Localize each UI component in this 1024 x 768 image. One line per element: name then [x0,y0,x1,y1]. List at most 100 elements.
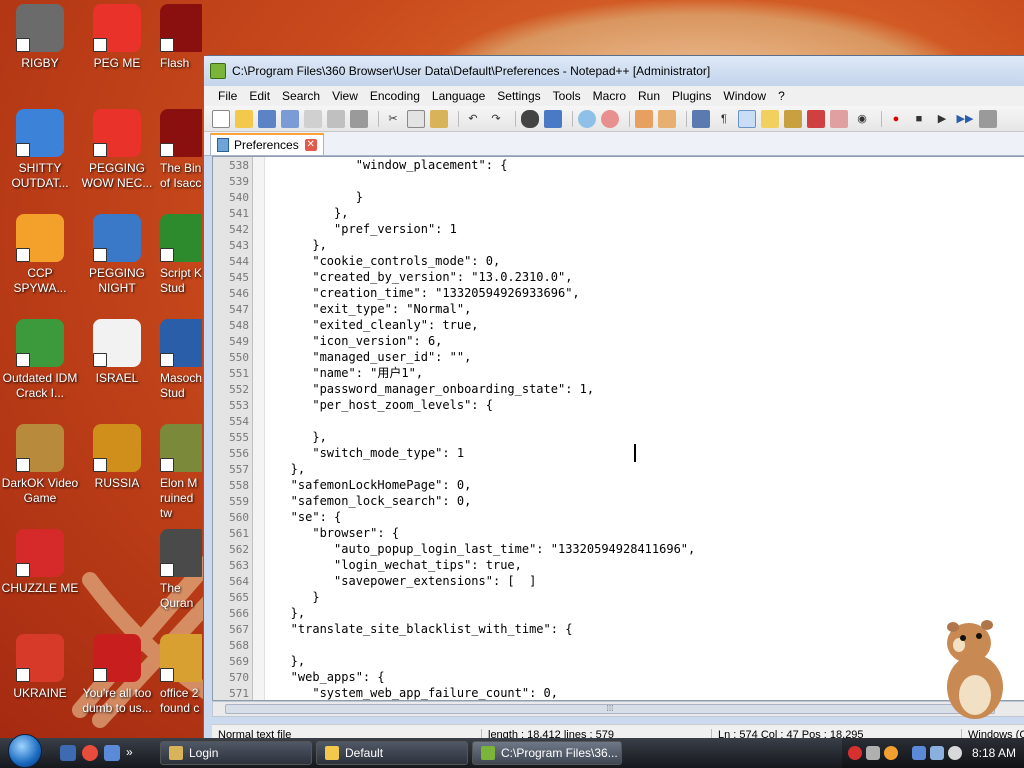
menu-item[interactable]: Plugins [666,89,717,103]
notepadpp-window[interactable]: C:\Program Files\360 Browser\User Data\D… [203,55,1024,745]
replace-icon[interactable] [544,109,562,128]
indent-guide-icon[interactable] [738,109,756,128]
menu-item[interactable]: Run [632,89,666,103]
menu-item[interactable]: Encoding [364,89,426,103]
desktop-icon-label: Script K Stud [160,266,202,295]
udl-icon[interactable] [761,109,779,128]
desktop-icon[interactable]: PEGGING WOW NEC... [77,109,157,191]
close-file-icon[interactable] [304,109,322,128]
display-tray-icon[interactable] [929,746,944,760]
menu-item[interactable]: Edit [243,89,276,103]
title-bar[interactable]: C:\Program Files\360 Browser\User Data\D… [204,56,1024,86]
task-login[interactable]: Login [160,741,312,765]
undo-icon[interactable]: ↶ [464,110,482,128]
line-number: 548 [229,319,249,332]
close-tab-icon[interactable]: ✕ [304,139,317,151]
print-icon[interactable] [350,109,368,128]
quicklaunch-more-icon[interactable]: » [126,745,133,761]
paste-icon[interactable] [430,109,448,128]
folder-workspace-icon[interactable] [830,109,848,128]
desktop-icon[interactable]: RIGBY [0,4,80,71]
sync-horizontal-icon[interactable] [658,109,676,128]
desktop-icon-label: PEGGING NIGHT [88,266,145,295]
word-wrap-icon[interactable] [692,109,710,128]
zoom-out-icon[interactable] [601,109,619,128]
new-file-icon[interactable] [212,109,230,128]
desktop-icon[interactable]: CCP SPYWA... [0,214,80,296]
zoom-in-icon[interactable] [578,109,596,128]
start-button[interactable] [0,734,50,768]
tab-preferences[interactable]: Preferences ✕ [210,133,324,155]
desktop-icon[interactable]: The Bin of Isacc [160,109,202,191]
menu-item[interactable]: Tools [547,89,587,103]
scrollbar-thumb[interactable]: ⁞⁞⁞ [225,704,995,714]
desktop-icon[interactable]: RUSSIA [77,424,157,491]
code-line: 539 [213,173,1024,189]
hamster-desktop-pet[interactable] [935,615,1013,720]
task-label: Login [189,746,219,760]
macro-stop-icon[interactable]: ■ [910,110,928,128]
menu-item[interactable]: Settings [491,89,546,103]
sync-vertical-icon[interactable] [635,109,653,128]
security-tray-icon[interactable] [865,746,880,760]
desktop-icon[interactable]: Outdated IDM Crack I... [0,319,80,401]
taskbar-clock[interactable]: 8:18 AM [972,746,1016,760]
menu-item[interactable]: Search [276,89,326,103]
menu-item[interactable]: Window [717,89,772,103]
macro-run-multiple-icon[interactable]: ▶▶ [956,110,974,128]
code-line: 555 }, [213,429,1024,445]
open-file-icon[interactable] [235,109,253,128]
find-icon[interactable] [521,109,539,128]
line-number: 556 [229,447,249,460]
menu-item[interactable]: Macro [587,89,632,103]
code-text: "exited_cleanly": true, [269,318,479,332]
search-tray-icon[interactable] [883,746,898,760]
desktop-icon[interactable]: DarkOK Video Game [0,424,80,506]
desktop-icon[interactable]: Script K Stud [160,214,202,296]
task-notepadpp[interactable]: C:\Program Files\36... [472,741,622,765]
function-list-icon[interactable] [807,109,825,128]
desktop-icon[interactable]: Flash [160,4,202,71]
network-tray-icon[interactable] [911,746,926,760]
save-all-icon[interactable] [281,109,299,128]
show-all-chars-icon[interactable]: ¶ [715,110,733,128]
desktop-icon[interactable]: UKRAINE [0,634,80,701]
desktop-icon[interactable]: ISRAEL [77,319,157,386]
macro-save-icon[interactable] [979,109,997,128]
desktop-icon[interactable]: SHITTY OUTDAT... [0,109,80,191]
volume-icon[interactable] [947,746,962,760]
window-switcher-icon[interactable] [104,745,120,761]
desktop-icon[interactable]: office 2 found c [160,634,202,716]
desktop-icon[interactable]: Masoch Stud [160,319,202,401]
cut-icon[interactable]: ✂ [384,110,402,128]
monitoring-eye-icon[interactable]: ◉ [853,110,871,128]
browser-quicklaunch-icon[interactable] [82,745,98,761]
menu-item[interactable]: Language [426,89,491,103]
horizontal-scrollbar[interactable]: ⁞⁞⁞ [212,701,1024,717]
menu-item[interactable]: File [212,89,243,103]
save-icon[interactable] [258,109,276,128]
macro-record-icon[interactable]: ● [887,110,905,128]
redo-icon[interactable]: ↷ [487,110,505,128]
shield-tray-icon[interactable] [847,746,862,760]
desktop-icon[interactable]: PEGGING NIGHT [77,214,157,296]
macro-play-icon[interactable]: ▶ [933,110,951,128]
desktop-icon[interactable]: PEG ME [77,4,157,71]
close-all-icon[interactable] [327,109,345,128]
code-editor[interactable]: 538 "window_placement": {539 540 } 541 }, 5… [212,156,1024,701]
desktop-icon[interactable]: The Quran [160,529,202,611]
menu-item[interactable]: View [326,89,364,103]
desktop-icon[interactable]: Elon M ruined tw [160,424,202,521]
document-tabs: Preferences ✕ [204,132,1024,156]
doc-map-icon[interactable] [784,109,802,128]
text-cursor-icon [634,444,636,462]
line-number: 538 [229,159,249,172]
task-default[interactable]: Default [316,741,468,765]
code-line: 554 [213,413,1024,429]
copy-icon[interactable] [407,109,425,128]
desktop-shortcut-icon [93,4,141,52]
desktop-icon[interactable]: You're all too dumb to us... [77,634,157,716]
menu-item[interactable]: ? [772,89,791,103]
desktop-icon[interactable]: CHUZZLE ME [0,529,80,596]
show-desktop-icon[interactable] [60,745,76,761]
